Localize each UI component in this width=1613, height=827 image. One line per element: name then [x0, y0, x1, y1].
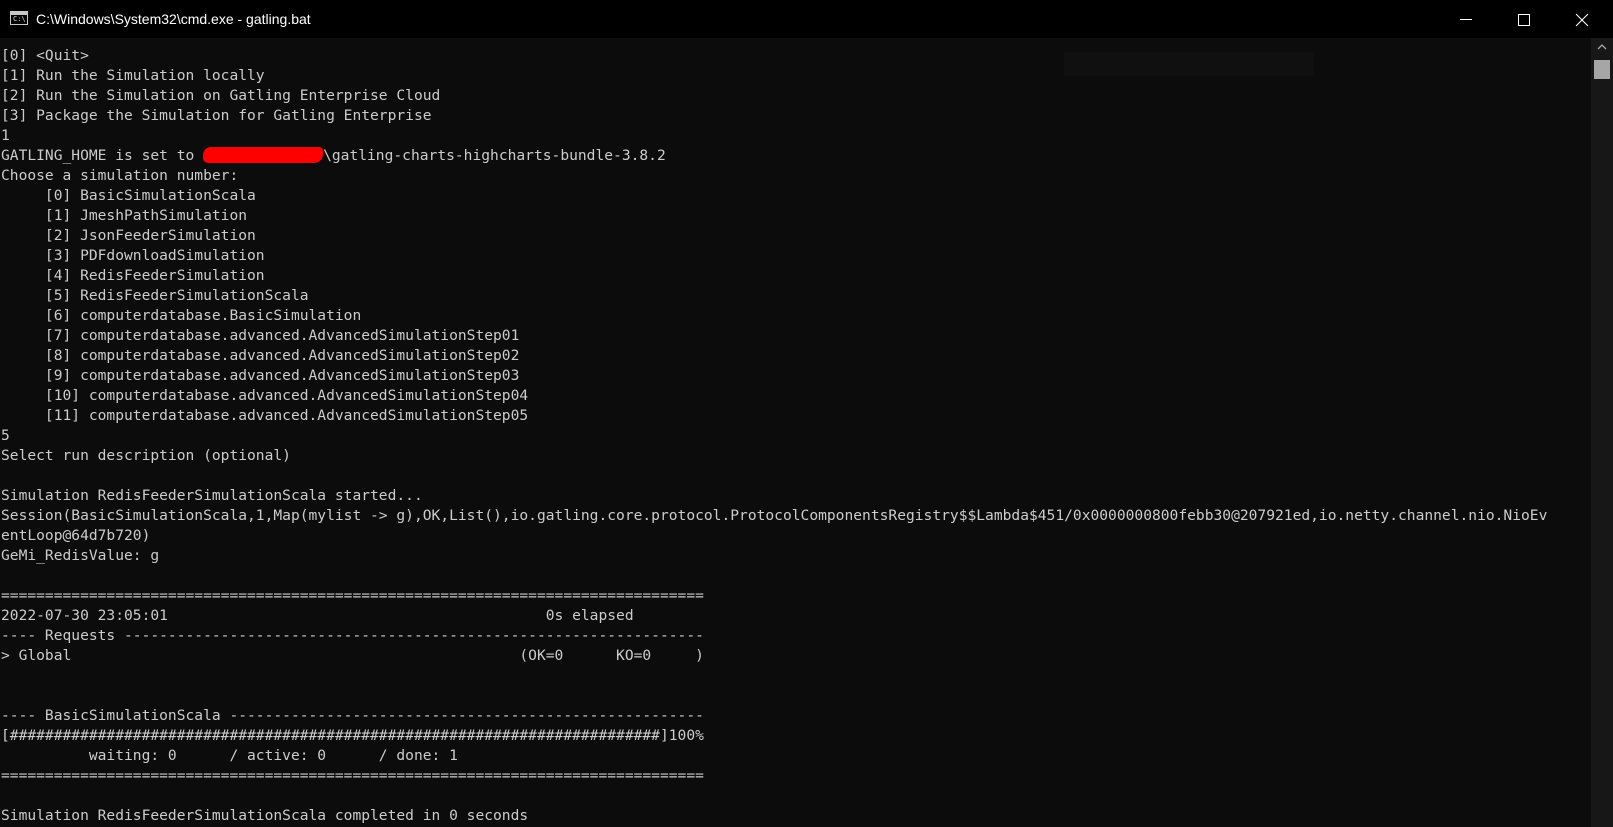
maximize-icon: [1518, 14, 1530, 26]
minimize-button[interactable]: [1437, 0, 1495, 38]
started-line: Simulation RedisFeederSimulationScala st…: [1, 487, 423, 504]
simulation-option-0: [0] BasicSimulationScala: [1, 187, 256, 204]
global-line: > Global (OK=0 KO=0 ): [1, 647, 704, 664]
session-line-1: Session(BasicSimulationScala,1,Map(mylis…: [1, 507, 1548, 524]
simulation-option-7: [7] computerdatabase.advanced.AdvancedSi…: [1, 327, 520, 344]
simulation-option-1: [1] JmeshPathSimulation: [1, 207, 248, 224]
counts-line: waiting: 0 / active: 0 / done: 1: [1, 747, 458, 764]
title-bar[interactable]: C:\ C:\Windows\System32\cmd.exe - gatlin…: [0, 0, 1613, 38]
maximize-button[interactable]: [1495, 0, 1553, 38]
menu-line-2: [2] Run the Simulation on Gatling Enterp…: [1, 87, 441, 104]
gatling-home-line: GATLING_HOME is set to \gatling-charts-h…: [1, 146, 1591, 166]
choose-prompt: Choose a simulation number:: [1, 167, 239, 184]
menu-line-1: [1] Run the Simulation locally: [1, 67, 265, 84]
description-prompt: Select run description (optional): [1, 447, 291, 464]
close-button[interactable]: [1553, 0, 1611, 38]
gatling-home-prefix: GATLING_HOME is set to: [1, 147, 204, 164]
completed-line: Simulation RedisFeederSimulationScala co…: [1, 807, 529, 824]
scenario-header: ---- BasicSimulationScala --------------…: [1, 707, 704, 724]
requests-header: ---- Requests --------------------------…: [1, 627, 704, 644]
separator-bottom: ========================================…: [1, 767, 704, 784]
simulation-option-10: [10] computerdatabase.advanced.AdvancedS…: [1, 387, 529, 404]
simulation-option-6: [6] computerdatabase.BasicSimulation: [1, 307, 362, 324]
scroll-thumb[interactable]: [1594, 60, 1610, 79]
menu-choice: 1: [1, 127, 10, 144]
simulation-option-4: [4] RedisFeederSimulation: [1, 267, 265, 284]
simulation-option-5: [5] RedisFeederSimulationScala: [1, 287, 309, 304]
simulation-choice: 5: [1, 427, 10, 444]
simulation-option-3: [3] PDFdownloadSimulation: [1, 247, 265, 264]
console-output[interactable]: [0] <Quit> [1] Run the Simulation locally…: [0, 38, 1591, 827]
redaction-mark: [203, 147, 324, 163]
simulation-option-9: [9] computerdatabase.advanced.AdvancedSi…: [1, 367, 520, 384]
simulation-option-8: [8] computerdatabase.advanced.AdvancedSi…: [1, 347, 520, 364]
cmd-icon[interactable]: C:\: [10, 11, 28, 25]
window-title: C:\Windows\System32\cmd.exe - gatling.ba…: [36, 11, 311, 27]
session-line-2: entLoop@64d7b720): [1, 527, 151, 544]
vertical-scrollbar[interactable]: [1591, 38, 1613, 827]
menu-line-0: [0] <Quit>: [1, 47, 89, 64]
minimize-icon: [1460, 19, 1472, 20]
chevron-up-icon: [1597, 44, 1607, 50]
separator-top: ========================================…: [1, 587, 704, 604]
simulation-option-2: [2] JsonFeederSimulation: [1, 227, 256, 244]
scroll-up-button[interactable]: [1591, 38, 1613, 55]
simulation-option-11: [11] computerdatabase.advanced.AdvancedS…: [1, 407, 529, 424]
timestamp-line: 2022-07-30 23:05:01 0s elapsed: [1, 607, 634, 624]
menu-line-3: [3] Package the Simulation for Gatling E…: [1, 107, 432, 124]
close-icon: [1575, 13, 1589, 27]
cmd-window: C:\ C:\Windows\System32\cmd.exe - gatlin…: [0, 0, 1613, 827]
gatling-home-path: \gatling-charts-highcharts-bundle-3.8.2: [323, 147, 666, 164]
progress-bar: [#######################################…: [1, 727, 704, 744]
redis-value-line: GeMi_RedisValue: g: [1, 547, 160, 564]
